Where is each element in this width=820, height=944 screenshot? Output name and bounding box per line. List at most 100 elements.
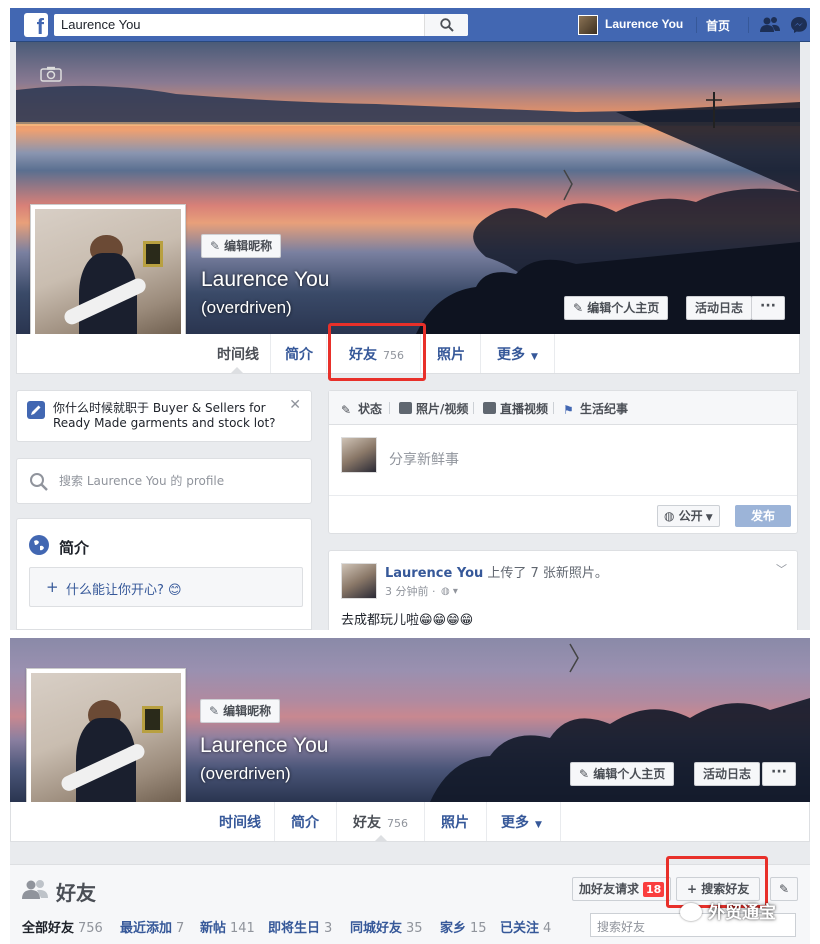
profile-name: Laurence You — [201, 268, 330, 291]
divider — [553, 402, 554, 414]
filter-hometown[interactable]: 家乡 15 — [440, 917, 487, 936]
tab-photos-label: 照片 — [437, 346, 465, 363]
intro-title: 简介 — [59, 539, 90, 557]
intro-bio-prompt[interactable]: + 什么能让你开心? 😊 — [29, 567, 303, 607]
composer-tab-life-event[interactable]: ⚑ 生活纪事 — [563, 400, 628, 417]
activity-log-button[interactable]: 活动日志 — [694, 762, 761, 786]
chevron-down-icon: ▼ — [531, 351, 538, 362]
filter-count: 15 — [470, 921, 487, 936]
profile-alt-name: (overdriven) — [200, 764, 291, 783]
tab-about-label: 简介 — [285, 346, 313, 363]
tab-timeline[interactable]: 时间线 — [205, 802, 275, 841]
camera-icon — [399, 402, 412, 414]
filter-label: 新帖 — [200, 921, 227, 936]
tab-more[interactable]: 更多 ▼ — [487, 802, 561, 841]
composer-tab-live[interactable]: 直播视频 — [483, 400, 548, 417]
tab-more[interactable]: 更多 ▼ — [481, 334, 555, 373]
search-icon — [440, 18, 454, 32]
divider — [748, 17, 749, 33]
chevron-down-icon[interactable]: ﹀ — [776, 561, 787, 577]
profile-alt-name: (overdriven) — [201, 298, 292, 317]
filter-count: 4 — [543, 921, 552, 936]
filter-count: 141 — [230, 921, 255, 936]
filter-current-city[interactable]: 同城好友 35 — [350, 917, 423, 936]
filter-label: 最近添加 — [120, 921, 173, 936]
intro-prompt-label: 什么能让你开心? 😊 — [66, 583, 182, 598]
privacy-label: 公开 — [678, 509, 703, 523]
post-composer: ✎ 状态 照片/视频 直播视频 ⚑ 生活纪事 分享新鲜事 ◍ 公开 ▼ 发布 — [328, 390, 798, 534]
friend-requests-icon[interactable] — [760, 16, 780, 32]
profile-screenshot-timeline: f Laurence You Laurence You 首页 ✎ 编辑昵称 La… — [10, 8, 810, 630]
tab-about[interactable]: 简介 — [271, 334, 327, 373]
post-action: 上传了 7 张新照片。 — [487, 566, 608, 581]
filter-all-friends[interactable]: 全部好友 756 — [22, 917, 103, 936]
watermark-text: 外贸通宝 — [708, 903, 776, 923]
tab-timeline-label: 时间线 — [217, 346, 259, 363]
pencil-icon: ✎ — [579, 767, 594, 781]
composer-tab-live-label: 直播视频 — [500, 402, 549, 416]
edit-nickname-button[interactable]: ✎ 编辑昵称 — [200, 699, 281, 723]
feed-post: Laurence You 上传了 7 张新照片。 3 分钟前 · ◍ ▾ ﹀ 去… — [328, 550, 798, 630]
tab-photos[interactable]: 照片 — [425, 802, 487, 841]
search-icon — [30, 473, 48, 491]
post-timestamp[interactable]: 3 分钟前 · — [385, 584, 436, 599]
post-author[interactable]: Laurence You — [385, 566, 483, 581]
post-body: 去成都玩儿啦😁😁😁😁 — [341, 613, 474, 628]
edit-profile-button[interactable]: ✎ 编辑个人主页 — [570, 762, 675, 786]
friend-requests-button[interactable]: 加好友请求 18 — [572, 877, 672, 901]
tab-friends[interactable]: 好友 756 — [337, 802, 425, 842]
filter-count: 35 — [406, 921, 423, 936]
profile-name: Laurence You — [200, 734, 329, 757]
filter-new-posts[interactable]: 新帖 141 — [200, 917, 255, 936]
filter-count: 3 — [324, 921, 333, 936]
search-button[interactable] — [424, 14, 468, 36]
filter-label: 全部好友 — [22, 921, 75, 936]
friend-requests-label: 加好友请求 — [579, 882, 640, 896]
pencil-icon: ✎ — [778, 882, 790, 896]
intro-card: 简介 + 什么能让你开心? 😊 — [16, 518, 312, 630]
avatar — [578, 15, 598, 35]
pencil-icon: ✎ — [573, 301, 588, 315]
privacy-selector[interactable]: ◍ 公开 ▼ — [657, 505, 720, 527]
composer-tab-status-label: 状态 — [358, 402, 383, 416]
edit-profile-button[interactable]: ✎ 编辑个人主页 — [564, 296, 669, 320]
tab-timeline-label: 时间线 — [219, 814, 261, 831]
home-link[interactable]: 首页 — [706, 17, 730, 34]
work-prompt-text: 你什么时候就职于 Buyer & Sellers for Ready Made … — [53, 401, 276, 430]
post-button[interactable]: 发布 — [735, 505, 791, 527]
facebook-logo-icon[interactable]: f — [24, 13, 48, 37]
activity-log-label: 活动日志 — [703, 767, 752, 781]
filter-recently-added[interactable]: 最近添加 7 — [120, 917, 184, 936]
edit-nickname-button[interactable]: ✎ 编辑昵称 — [201, 234, 282, 258]
friends-count: 756 — [387, 816, 408, 830]
edit-nickname-label: 编辑昵称 — [224, 239, 273, 253]
filter-following[interactable]: 已关注 4 — [500, 917, 551, 936]
profile-tab-bar: 时间线 简介 好友 756 照片 更多 ▼ — [10, 802, 810, 842]
highlight-friends-tab — [328, 323, 426, 381]
tab-timeline[interactable]: 时间线 — [203, 334, 271, 374]
more-options-button[interactable]: ··· — [751, 296, 785, 320]
flag-icon: ⚑ — [563, 403, 574, 417]
divider — [696, 17, 697, 33]
tab-about[interactable]: 简介 — [275, 802, 337, 841]
avatar — [341, 437, 377, 473]
composer-tab-status[interactable]: ✎ 状态 — [341, 400, 382, 417]
friends-section-title: 好友 — [56, 881, 96, 905]
filter-birthdays[interactable]: 即将生日 3 — [268, 917, 332, 936]
composer-tab-photo[interactable]: 照片/视频 — [399, 400, 468, 417]
close-icon[interactable]: ✕ — [289, 397, 301, 413]
activity-log-button[interactable]: 活动日志 — [686, 296, 753, 320]
profile-search-box[interactable]: 搜索 Laurence You 的 profile — [16, 458, 312, 504]
camera-icon[interactable] — [40, 66, 62, 82]
more-options-button[interactable]: ··· — [762, 762, 796, 786]
composer-input[interactable]: 分享新鲜事 — [389, 449, 459, 469]
composer-tab-life-label: 生活纪事 — [580, 402, 629, 416]
global-search-input[interactable]: Laurence You — [54, 14, 468, 36]
avatar[interactable] — [341, 563, 377, 599]
search-value: Laurence You — [61, 17, 141, 32]
plus-icon: + — [46, 578, 59, 596]
tab-photos[interactable]: 照片 — [421, 334, 481, 373]
filter-label: 家乡 — [440, 921, 467, 936]
messenger-icon[interactable] — [790, 16, 808, 34]
work-prompt-card: 你什么时候就职于 Buyer & Sellers for Ready Made … — [16, 390, 312, 442]
